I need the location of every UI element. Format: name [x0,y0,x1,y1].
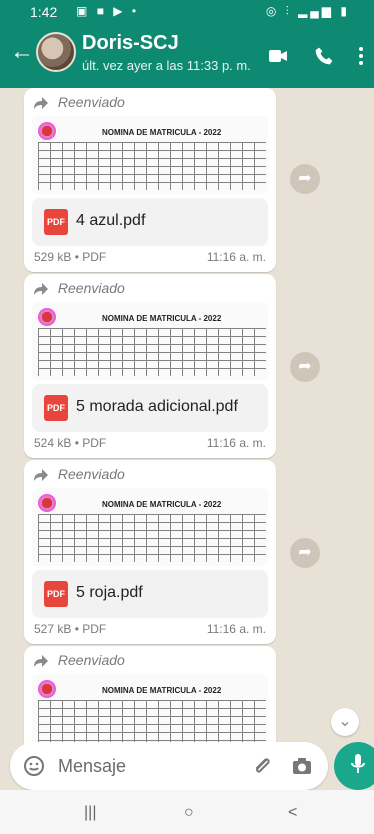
camera-icon[interactable] [290,754,314,778]
forwarded-label: Reenviado [57,94,125,110]
gallery-icon: ▣ [76,4,91,18]
pdf-icon: PDF [44,581,68,607]
message-meta: 527 kB • PDF 11:16 a. m. [34,622,266,636]
file-meta: 527 kB • PDF [34,622,107,636]
home-button[interactable]: ○ [184,804,194,822]
forward-icon [34,280,58,296]
document-name: 4 azul.pdf [76,212,146,229]
school-logo [38,122,56,140]
message-time: 11:16 a. m. [206,250,266,264]
menu-kebab-icon[interactable] [358,46,364,66]
contact-info[interactable]: Doris-SCJ últ. vez ayer a las 11:33 p. m… [82,32,262,73]
document-table [38,142,266,190]
forwarded-label: Reenviado [57,466,125,482]
emoji-icon[interactable] [22,754,46,778]
android-navigation-bar: ||| ○ < [0,790,374,834]
chat-area[interactable]: Reenviado NOMINA DE MATRICULA - 2022 PDF… [0,88,374,748]
back-button[interactable]: < [288,804,297,822]
status-right-icons: ◎ ⫶ ▂▄▆ ▮ [266,4,350,19]
share-icon: ➦ [298,358,312,375]
alarm-icon: ◎ [265,4,280,18]
document-table [38,700,266,748]
document-title: NOMINA DE MATRICULA - 2022 [102,128,222,137]
document-title: NOMINA DE MATRICULA - 2022 [102,500,222,509]
forwarded-indicator: Reenviado [34,466,125,482]
forward-icon [34,94,58,110]
attach-paperclip-icon[interactable] [250,754,274,778]
play-icon: ▶ [113,4,126,18]
message-bubble[interactable]: Reenviado NOMINA DE MATRICULA - 2022 PDF… [24,274,276,458]
document-file[interactable]: PDF 5 morada adicional.pdf [32,384,268,432]
chevron-double-down-icon: ⌄ [338,713,352,730]
message-time: 11:16 a. m. [206,436,266,450]
vibrate-icon: ⫶ [285,4,292,18]
school-logo [38,680,56,698]
document-name: 5 morada adicional.pdf [76,398,238,415]
document-preview[interactable]: NOMINA DE MATRICULA - 2022 [32,116,268,194]
document-table [38,514,266,562]
chat-header: ← Doris-SCJ últ. vez ayer a las 11:33 p.… [0,26,374,88]
document-preview[interactable]: NOMINA DE MATRICULA - 2022 [32,488,268,566]
voice-call-icon[interactable] [314,46,334,66]
forwarded-indicator: Reenviado [34,280,125,296]
message-bubble[interactable]: Reenviado NOMINA DE MATRICULA - 2022 [24,646,276,748]
message-time: 11:16 a. m. [206,622,266,636]
scroll-down-button[interactable]: ⌄ [331,708,359,736]
message-bubble[interactable]: Reenviado NOMINA DE MATRICULA - 2022 PDF… [24,460,276,644]
file-meta: 529 kB • PDF [34,250,107,264]
pdf-icon: PDF [44,395,68,421]
mic-button[interactable] [334,742,374,790]
document-title: NOMINA DE MATRICULA - 2022 [102,314,222,323]
forward-icon [34,652,58,668]
status-left-icons: ▣ ■ ▶ • [76,4,139,18]
document-table [38,328,266,376]
document-preview[interactable]: NOMINA DE MATRICULA - 2022 [32,674,268,748]
share-forward-button[interactable]: ➦ [290,352,320,382]
message-bubble[interactable]: Reenviado NOMINA DE MATRICULA - 2022 PDF… [24,88,276,272]
document-preview[interactable]: NOMINA DE MATRICULA - 2022 [32,302,268,380]
top-bar: 1:42 ▣ ■ ▶ • ◎ ⫶ ▂▄▆ ▮ ← Doris-SCJ últ. … [0,0,374,88]
file-meta: 524 kB • PDF [34,436,107,450]
message-meta: 524 kB • PDF 11:16 a. m. [34,436,266,450]
video-call-icon[interactable] [266,44,290,68]
share-forward-button[interactable]: ➦ [290,164,320,194]
school-logo [38,494,56,512]
dot-icon: • [131,4,140,18]
message-meta: 529 kB • PDF 11:16 a. m. [34,250,266,264]
pdf-icon: PDF [44,209,68,235]
avatar[interactable] [36,32,76,72]
forwarded-indicator: Reenviado [34,652,125,668]
share-icon: ➦ [298,544,312,561]
document-name: 5 roja.pdf [76,584,143,601]
forwarded-label: Reenviado [57,280,125,296]
status-bar: 1:42 ▣ ■ ▶ • ◎ ⫶ ▂▄▆ ▮ [0,0,374,24]
forwarded-label: Reenviado [57,652,125,668]
back-arrow-icon[interactable]: ← [10,40,34,64]
share-icon: ➦ [298,170,312,187]
mic-icon [349,753,367,780]
last-seen: últ. vez ayer a las 11:33 p. m. [82,58,251,73]
contact-name: Doris-SCJ [82,32,179,54]
status-time: 1:42 [30,4,58,20]
signal-icon: ▂▄▆ [298,4,335,18]
document-title: NOMINA DE MATRICULA - 2022 [102,686,222,695]
document-file[interactable]: PDF 5 roja.pdf [32,570,268,618]
header-actions [266,44,364,68]
battery-icon: ▮ [340,4,350,18]
facebook-icon: ■ [96,4,107,18]
message-composer[interactable]: Mensaje [10,742,328,790]
message-input[interactable]: Mensaje [58,756,126,777]
recent-apps-button[interactable]: ||| [84,804,96,822]
forward-icon [34,466,58,482]
school-logo [38,308,56,326]
document-file[interactable]: PDF 4 azul.pdf [32,198,268,246]
share-forward-button[interactable]: ➦ [290,538,320,568]
forwarded-indicator: Reenviado [34,94,125,110]
